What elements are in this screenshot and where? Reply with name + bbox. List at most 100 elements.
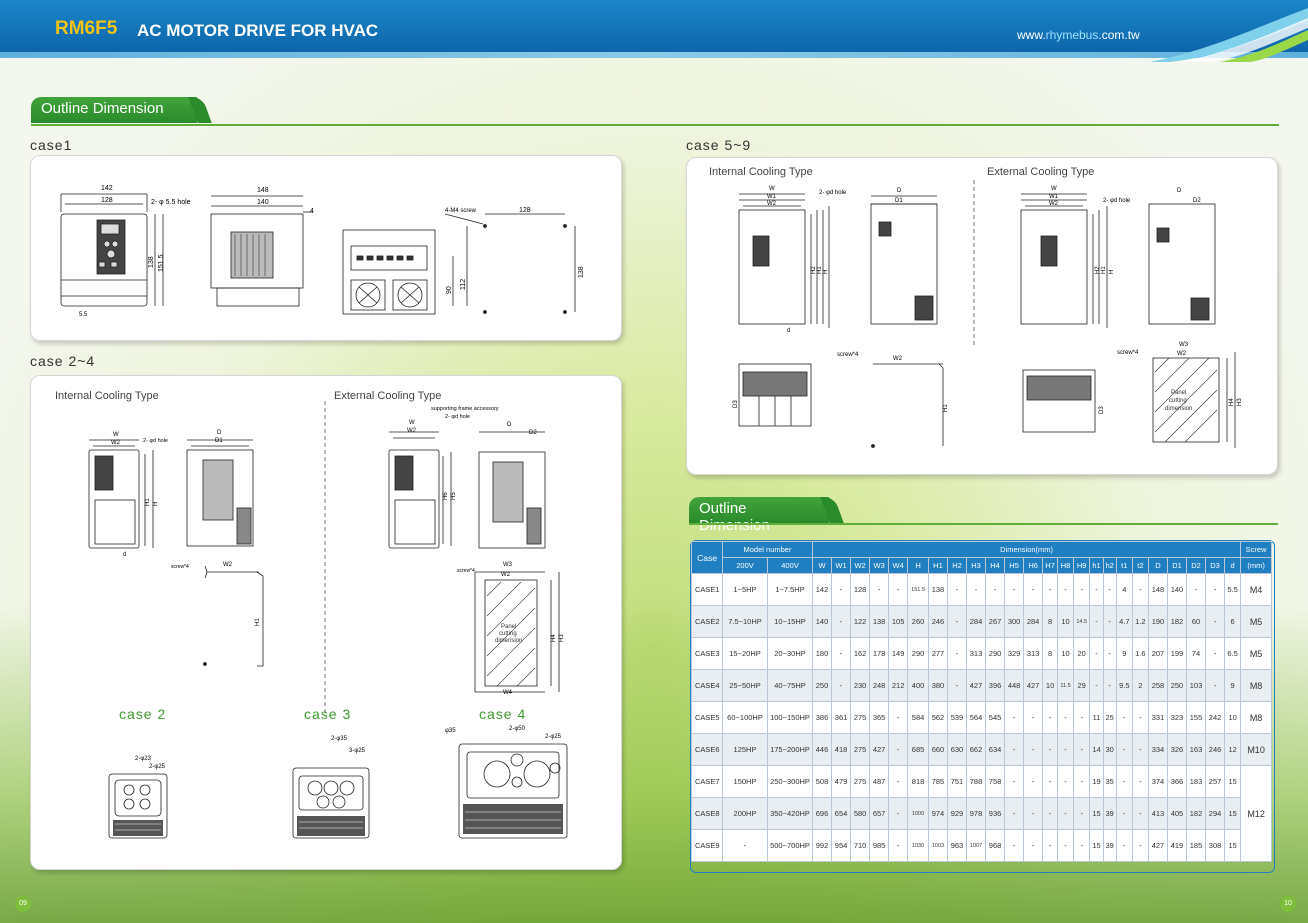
case1-dim-140: 140 [257, 199, 269, 206]
cell-dim-D3: - [1205, 573, 1226, 606]
cell-dim-W3: 427 [869, 733, 890, 766]
cell-dim-D2: 103 [1185, 669, 1207, 702]
cell-dim-H3: 564 [965, 701, 987, 734]
case24-panel: Internal Cooling Type External Cooling T… [30, 375, 622, 870]
url-highlight: rhymebus [1045, 28, 1099, 42]
cell-dim-D: 413 [1147, 797, 1168, 830]
cell-dim-h2: - [1102, 573, 1117, 606]
cell-dim-W: 140 [811, 605, 833, 638]
cell-dim-W3: 178 [869, 637, 890, 670]
cell-dim-H9: - [1072, 573, 1091, 606]
cell-dim-D3: - [1205, 637, 1226, 670]
cell-dim-W: 992 [811, 829, 833, 862]
header-swoosh-graphic [1150, 8, 1308, 62]
case24-int-H1: H1 [145, 498, 151, 506]
case59-int-H1b: H1 [943, 404, 949, 412]
cell-dim-t1: - [1115, 829, 1133, 862]
table-row: CASE8 200HP 350~420HP 696 654 580 657-1000 974 9… [691, 797, 1272, 830]
cell-200v: 60~100HP [722, 701, 768, 734]
cell-dim-H9: - [1072, 797, 1091, 830]
cell-screw: M8 [1240, 701, 1272, 734]
th-dim-W2: W2 [850, 557, 871, 574]
case1-screw-label: 4-M4 screw [445, 208, 477, 214]
cell-dim-H7: - [1042, 829, 1059, 862]
cell-200v: 25~50HP [722, 669, 768, 702]
cell-400v: 175~200HP [767, 733, 813, 766]
cell-dim-d: 15 [1224, 829, 1242, 862]
cell-400v: 100~150HP [767, 701, 813, 734]
cell-200v: 200HP [722, 797, 768, 830]
cell-dim-H2: - [946, 637, 968, 670]
table-title: Outline Dimension [699, 500, 770, 534]
cell-dim-H6: 313 [1023, 637, 1044, 670]
cell-screw: M12 [1240, 765, 1272, 862]
th-dim-H5: H5 [1004, 557, 1025, 574]
cell-dim-H9: 20 [1072, 637, 1091, 670]
cell-dim-W1: 479 [831, 765, 852, 798]
case59-int-W2b: W2 [893, 356, 903, 362]
case2-hole-b: 2-φ25 [149, 764, 166, 770]
cell-dim-H4: 267 [985, 605, 1006, 638]
cell-dim-H5: - [1004, 701, 1025, 734]
case24-int-W2b: W2 [223, 562, 233, 568]
cell-dim-H2: 751 [946, 765, 968, 798]
case59-panel-line2: cutting [1169, 398, 1187, 404]
cell-dim-D3: - [1205, 605, 1226, 638]
cell-dim-h2: 30 [1102, 733, 1117, 766]
th-dim-D: D [1147, 557, 1168, 574]
cell-dim-D3: 242 [1205, 701, 1226, 734]
cell-dim-H1: 974 [927, 797, 948, 830]
cell-dim-t2: - [1131, 765, 1149, 798]
cell-dim-D3: - [1205, 669, 1226, 702]
cell-dim-W: 142 [811, 573, 833, 606]
table-row: CASE3 15~20HP 20~30HP 180-162 178 149 290 277-3… [691, 637, 1272, 670]
cell-dim-W4: 105 [888, 605, 909, 638]
cell-dim-H8: 10 [1057, 637, 1074, 670]
cell-dim-D2: 182 [1185, 797, 1207, 830]
cell-screw: M5 [1240, 605, 1272, 638]
case3-hole-a: 2-φ35 [331, 736, 348, 742]
case24-ext-adhole: 2- φd hole [445, 414, 470, 420]
case1-dim-142: 142 [101, 185, 113, 192]
case59-panel-line1: Panel [1171, 390, 1186, 396]
case24-ext-screw: screw*4 [457, 568, 475, 574]
case1-panel: 142 128 2- φ 5.5 hole 148 140 4 4-M4 scr… [30, 155, 622, 341]
cell-dim-W4: - [888, 765, 909, 798]
th-400v: 400V [767, 557, 813, 574]
cell-400v: 350~420HP [767, 797, 813, 830]
section-rule-right [689, 523, 1278, 525]
cell-dim-D3: 294 [1205, 797, 1226, 830]
cell-dim-t1: 4 [1115, 573, 1133, 606]
cell-dim-H7: - [1042, 765, 1059, 798]
website-url[interactable]: www.rhymebus.com.tw [1017, 28, 1140, 42]
case24-panel-line2: cutting [499, 631, 517, 637]
cell-dim-W2: 580 [850, 797, 871, 830]
cell-dim-d: 15 [1224, 797, 1242, 830]
th-dim-H3: H3 [965, 557, 987, 574]
case59-panel-line3: dimension [1165, 406, 1192, 412]
case59-ext-D2: D2 [1193, 198, 1201, 204]
cell-dim-H1: 277 [927, 637, 948, 670]
th-dim-t1: t1 [1115, 557, 1133, 574]
case4-hole-c: 2-φ25 [545, 734, 562, 740]
cell-dim-t2: - [1131, 797, 1149, 830]
cell-dim-H: 151.5 [907, 573, 929, 606]
cell-dim-H6: 427 [1023, 669, 1044, 702]
cell-200v: 7.5~10HP [722, 605, 768, 638]
cell-dim-h1: - [1089, 637, 1104, 670]
cell-dim-d: 10 [1224, 701, 1242, 734]
case2-hole-a: 2-φ23 [135, 756, 152, 762]
cell-dim-H: 400 [907, 669, 929, 702]
cell-dim-H5: - [1004, 573, 1025, 606]
case24-panel-line3: dimension [495, 638, 522, 644]
cell-dim-W1: - [831, 573, 852, 606]
cell-dim-H8: 10 [1057, 605, 1074, 638]
cell-dim-d: 6 [1224, 605, 1242, 638]
cell-dim-W2: 162 [850, 637, 871, 670]
th-dim-H6: H6 [1023, 557, 1044, 574]
cell-dim-D2: 185 [1185, 829, 1207, 862]
cell-dim-D1: 405 [1166, 797, 1188, 830]
case4-label: case 4 [479, 706, 527, 722]
table-row: CASE9-500~700HP 992 954 710 985-1030 1003 963 1… [691, 829, 1272, 862]
cell-400v: 40~75HP [767, 669, 813, 702]
